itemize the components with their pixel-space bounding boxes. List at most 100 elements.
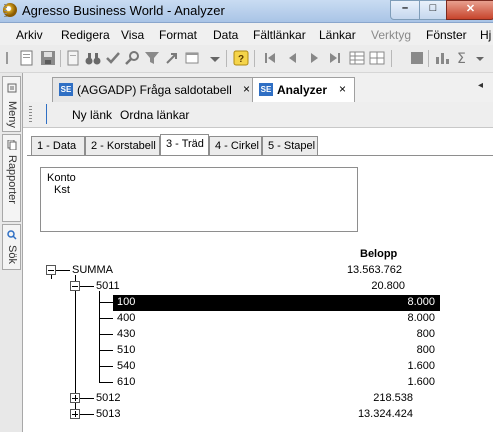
field-kst[interactable]: Kst xyxy=(54,184,70,196)
previous-record-icon[interactable] xyxy=(285,50,301,66)
tree-row-label: SUMMA xyxy=(72,264,113,276)
arrange-links-button[interactable]: Ordna länkar xyxy=(120,108,189,122)
table-icon[interactable] xyxy=(349,50,365,66)
se-badge-icon: SE xyxy=(59,83,73,96)
close-window-button[interactable]: ✕ xyxy=(446,0,493,20)
tree-line xyxy=(80,414,94,415)
tree-row-label: 5011 xyxy=(96,280,120,292)
toolbar-overflow-icon[interactable] xyxy=(473,50,489,66)
side-tab-meny-label: Meny xyxy=(6,101,18,128)
menu-lankar[interactable]: Länkar xyxy=(319,28,356,42)
collapse-5011-icon[interactable] xyxy=(70,281,80,291)
menu-faltlankar[interactable]: Fältlänkar xyxy=(253,28,306,42)
tree-line xyxy=(99,334,113,335)
toolbar-separator xyxy=(60,50,61,67)
sigma-sum-icon[interactable]: Σ xyxy=(455,50,471,67)
tree-row-label: 5012 xyxy=(96,392,121,404)
minimize-button[interactable]: – xyxy=(390,0,420,20)
check-icon[interactable] xyxy=(105,50,121,66)
doc-tab-label: (AGGADP) Fråga saldotabell xyxy=(77,83,232,97)
side-tab-sok[interactable]: Sök xyxy=(2,224,21,270)
page-icon[interactable] xyxy=(65,50,81,66)
collapse-summa-icon[interactable] xyxy=(46,265,56,275)
search-icon[interactable] xyxy=(124,50,140,66)
doc-tab-fraga-saldotabell[interactable]: SE (AGGADP) Fråga saldotabell × xyxy=(52,77,253,102)
tree-line xyxy=(99,318,113,319)
tree-row-value: 1.600 xyxy=(407,376,435,388)
view-tab-label: 1 - Data xyxy=(37,140,77,152)
find-binoculars-icon[interactable] xyxy=(85,50,101,66)
menu-hjalp[interactable]: Hj xyxy=(480,28,491,42)
view-tab-korstabell[interactable]: 2 - Korstabell xyxy=(85,136,160,156)
arrow-tool-icon[interactable] xyxy=(164,50,180,66)
toolbar-separator xyxy=(428,50,429,67)
side-panel: Meny Rapporter Sök xyxy=(0,73,23,432)
grid-icon[interactable] xyxy=(369,50,385,66)
tree-row-label: 540 xyxy=(117,360,136,372)
toolbar: ? Σ xyxy=(0,45,493,73)
menu-grip-handle[interactable] xyxy=(4,4,7,18)
menu-redigera[interactable]: Redigera xyxy=(61,28,110,42)
menu-verktyg[interactable]: Verktyg xyxy=(371,28,411,42)
maximize-icon: □ xyxy=(429,2,437,14)
menu-fonster[interactable]: Fönster xyxy=(426,28,467,42)
view-tab-stapel[interactable]: 5 - Stapel xyxy=(262,136,318,156)
link-bar-grip[interactable] xyxy=(29,106,32,122)
close-icon: ✕ xyxy=(465,3,476,15)
expand-5012-icon[interactable] xyxy=(70,393,80,403)
view-tab-label: 5 - Stapel xyxy=(268,140,316,152)
toolbar-separator xyxy=(226,50,227,67)
tree-row-label: 5013 xyxy=(96,408,121,420)
new-link-button[interactable]: Ny länk xyxy=(72,108,112,122)
menu-icon xyxy=(7,83,17,93)
selected-row-highlight xyxy=(113,295,440,311)
last-record-icon[interactable] xyxy=(327,50,343,66)
view-tab-trad[interactable]: 3 - Träd xyxy=(160,134,209,156)
menu-data[interactable]: Data xyxy=(213,28,238,42)
save-icon[interactable] xyxy=(40,50,56,66)
help-icon[interactable]: ? xyxy=(233,50,249,66)
tree-row-label: 610 xyxy=(117,376,136,388)
tree-row-value: 20.800 xyxy=(371,280,405,292)
view-tabs-baseline xyxy=(27,155,493,156)
view-tab-cirkel[interactable]: 4 - Cirkel xyxy=(209,136,262,156)
first-record-icon[interactable] xyxy=(262,50,278,66)
filter-icon[interactable] xyxy=(144,50,160,66)
tree-row-value: 800 xyxy=(416,344,435,356)
maximize-button[interactable]: □ xyxy=(419,0,447,20)
tree-line xyxy=(99,350,113,351)
menu-visa[interactable]: Visa xyxy=(121,28,144,42)
search-icon xyxy=(7,230,17,240)
block-icon[interactable] xyxy=(409,50,425,66)
doc-tab-label: Analyzer xyxy=(277,83,328,97)
tree-row-value: 218.538 xyxy=(373,392,413,404)
tree-row-value: 13.563.762 xyxy=(346,264,402,276)
close-tab-icon[interactable]: × xyxy=(243,82,250,96)
side-tab-rapporter-label: Rapporter xyxy=(6,155,18,204)
minimize-icon: – xyxy=(401,2,409,14)
tree-line xyxy=(51,275,52,279)
tree-row-value: 1.600 xyxy=(407,360,435,372)
expand-5013-icon[interactable] xyxy=(70,409,80,419)
side-tab-sok-label: Sök xyxy=(6,245,18,264)
close-tab-icon[interactable]: × xyxy=(339,82,346,96)
bar-chart-icon[interactable] xyxy=(434,50,450,66)
window-title: Agresso Business World - Analyzer xyxy=(22,3,225,18)
next-record-icon[interactable] xyxy=(306,50,322,66)
view-tab-data[interactable]: 1 - Data xyxy=(31,136,85,156)
tree-line xyxy=(80,286,94,287)
toolbar-separator xyxy=(391,50,392,67)
menu-arkiv[interactable]: Arkiv xyxy=(16,28,43,42)
doc-tab-analyzer[interactable]: SE Analyzer × xyxy=(252,77,355,103)
tree-row-label: 400 xyxy=(117,312,136,324)
side-tab-meny[interactable]: Meny xyxy=(2,76,21,132)
field-order-box[interactable]: Konto Kst xyxy=(40,167,358,232)
print-preview-icon[interactable] xyxy=(19,50,35,66)
field-konto[interactable]: Konto xyxy=(47,172,76,184)
side-tab-rapporter[interactable]: Rapporter xyxy=(2,134,21,222)
menu-format[interactable]: Format xyxy=(159,28,197,42)
tab-scroll-left-icon[interactable]: ◂ xyxy=(478,80,483,91)
window-icon[interactable] xyxy=(184,50,200,66)
se-badge-icon: SE xyxy=(259,83,273,96)
dropdown-icon[interactable] xyxy=(207,50,223,66)
